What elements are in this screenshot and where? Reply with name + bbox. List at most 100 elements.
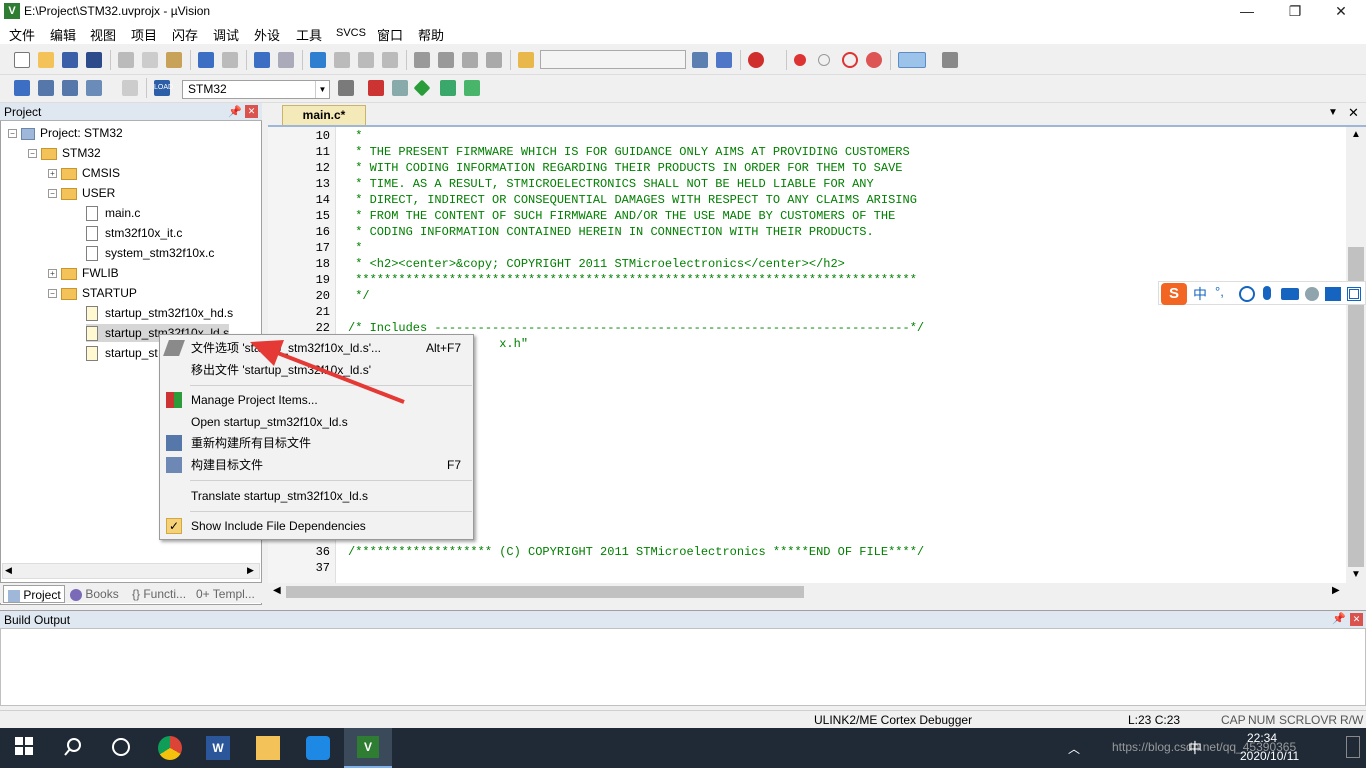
close-panel-icon[interactable]: ✕	[245, 105, 258, 118]
menu-window[interactable]: 窗口	[377, 25, 403, 44]
prev-bookmark-icon[interactable]	[334, 52, 350, 68]
scroll-left-icon[interactable]: ◀	[273, 585, 281, 596]
kill-breakpoints-icon[interactable]	[866, 52, 882, 68]
scroll-up-icon[interactable]: ▲	[1351, 129, 1361, 140]
configure-icon[interactable]	[942, 52, 958, 68]
search-icon[interactable]	[62, 736, 86, 760]
menu-edit[interactable]: 编辑	[50, 25, 76, 44]
clock-date[interactable]: 2020/10/11	[1240, 749, 1299, 763]
tray-chevron-icon[interactable]: ︿	[1068, 740, 1080, 757]
menu-project[interactable]: 项目	[131, 25, 157, 44]
next-bookmark-icon[interactable]	[358, 52, 374, 68]
tree-file[interactable]: main.c	[86, 204, 140, 222]
tab-project[interactable]: Project	[3, 585, 65, 603]
close-panel-icon[interactable]: ✕	[1350, 613, 1363, 626]
user-icon[interactable]	[1305, 287, 1319, 301]
minimize-button[interactable]: —	[1224, 0, 1270, 22]
close-button[interactable]: ✕	[1318, 0, 1364, 22]
uncomment-icon[interactable]	[486, 52, 502, 68]
ime-mode-zh[interactable]: 中	[1193, 284, 1207, 304]
menu-file[interactable]: 文件	[9, 25, 35, 44]
batch-build-icon[interactable]	[86, 80, 102, 96]
close-editor-icon[interactable]: ✕	[1348, 105, 1359, 121]
phone-icon[interactable]	[306, 736, 330, 760]
cut-icon[interactable]	[118, 52, 134, 68]
file-explorer-icon[interactable]	[256, 736, 280, 760]
find-combobox[interactable]	[540, 50, 686, 69]
pack-installer-icon[interactable]	[413, 79, 431, 97]
project-hscroll[interactable]: ◀ ▶	[2, 563, 260, 579]
unindent-icon[interactable]	[438, 52, 454, 68]
clock-time[interactable]: 22:34	[1247, 731, 1277, 745]
scroll-left-icon[interactable]: ◀	[5, 565, 12, 576]
tree-file[interactable]: startup_stm32f10x_hd.s	[86, 304, 233, 322]
tray-language[interactable]: 中	[1188, 738, 1202, 758]
new-file-icon[interactable]	[14, 52, 30, 68]
tree-group-fwlib[interactable]: + FWLIB	[48, 264, 119, 282]
find-icon[interactable]	[692, 52, 708, 68]
tab-main-c[interactable]: main.c*	[282, 105, 366, 125]
tree-file[interactable]: startup_stm32f10x_md.s	[86, 344, 158, 362]
tree-group-startup[interactable]: − STARTUP	[48, 284, 137, 302]
build-output-pane[interactable]	[0, 628, 1366, 706]
scroll-right-icon[interactable]: ▶	[247, 565, 254, 576]
build-icon[interactable]	[38, 80, 54, 96]
notification-icon[interactable]	[1346, 736, 1360, 758]
rebuild-icon[interactable]	[62, 80, 78, 96]
nav-back-icon[interactable]	[254, 52, 270, 68]
copy-icon[interactable]	[142, 52, 158, 68]
undo-icon[interactable]	[198, 52, 214, 68]
menu-help[interactable]: 帮助	[418, 25, 444, 44]
window-layout-icon[interactable]	[898, 52, 926, 68]
menu-tools[interactable]: 工具	[296, 25, 322, 44]
emoji-icon[interactable]	[1239, 286, 1255, 302]
menu-item-translate[interactable]: Translate startup_stm32f10x_ld.s	[160, 485, 473, 507]
task-view-icon[interactable]	[110, 736, 134, 760]
tree-project-root[interactable]: − Project: STM32	[8, 124, 123, 142]
windows-start-icon[interactable]	[14, 736, 38, 760]
menu-flash[interactable]: 闪存	[172, 25, 198, 44]
breakpoint-icon[interactable]	[794, 54, 806, 66]
disable-breakpoint-icon[interactable]	[818, 54, 830, 66]
chrome-icon[interactable]	[158, 736, 182, 760]
tab-templates[interactable]: 0+ Templ...	[196, 585, 255, 603]
indent-icon[interactable]	[414, 52, 430, 68]
comment-icon[interactable]	[462, 52, 478, 68]
pin-icon[interactable]: 📌	[228, 105, 242, 118]
save-icon[interactable]	[62, 52, 78, 68]
editor-hscroll[interactable]: ◀ ▶	[268, 583, 1346, 601]
clear-bookmarks-icon[interactable]	[382, 52, 398, 68]
keyboard-icon[interactable]	[1281, 288, 1299, 300]
menu-item-show-include-deps[interactable]: ✓ Show Include File Dependencies	[160, 515, 473, 537]
run-time-environment-icon[interactable]	[464, 80, 480, 96]
scroll-down-icon[interactable]: ▼	[1351, 569, 1361, 580]
manage-project-items-icon[interactable]	[368, 80, 384, 96]
menu-item-open-file[interactable]: Open startup_stm32f10x_ld.s	[160, 411, 473, 433]
tree-file[interactable]: system_stm32f10x.c	[86, 244, 214, 262]
tab-list-icon[interactable]: ▼	[1328, 107, 1338, 118]
translate-icon[interactable]	[14, 80, 30, 96]
ime-punct[interactable]: °,	[1215, 284, 1224, 299]
bookmark-icon[interactable]	[310, 52, 326, 68]
tree-group-cmsis[interactable]: + CMSIS	[48, 164, 120, 182]
open-folder-icon[interactable]	[38, 52, 54, 68]
menu-view[interactable]: 视图	[90, 25, 116, 44]
tree-file[interactable]: stm32f10x_it.c	[86, 224, 182, 242]
download-icon[interactable]: LOAD	[154, 80, 173, 96]
tree-target[interactable]: − STM32	[28, 144, 101, 162]
paste-icon[interactable]	[166, 52, 182, 68]
menu-debug[interactable]: 调试	[213, 25, 239, 44]
menu-svcs[interactable]: SVCS	[336, 27, 366, 39]
pin-icon[interactable]: 📌	[1332, 612, 1346, 625]
nav-forward-icon[interactable]	[278, 52, 294, 68]
save-all-icon[interactable]	[86, 52, 102, 68]
word-icon[interactable]: W	[206, 736, 230, 760]
scroll-right-icon[interactable]: ▶	[1332, 585, 1340, 596]
tree-group-user[interactable]: − USER	[48, 184, 115, 202]
maximize-button[interactable]: ❐	[1272, 0, 1318, 22]
menu-item-rebuild-all[interactable]: 重新构建所有目标文件	[160, 432, 473, 454]
disable-all-breakpoints-icon[interactable]	[842, 52, 858, 68]
sogou-logo-icon[interactable]: S	[1161, 283, 1187, 305]
editor-vscroll[interactable]: ▲ ▼	[1346, 127, 1366, 583]
incremental-find-icon[interactable]	[716, 52, 732, 68]
